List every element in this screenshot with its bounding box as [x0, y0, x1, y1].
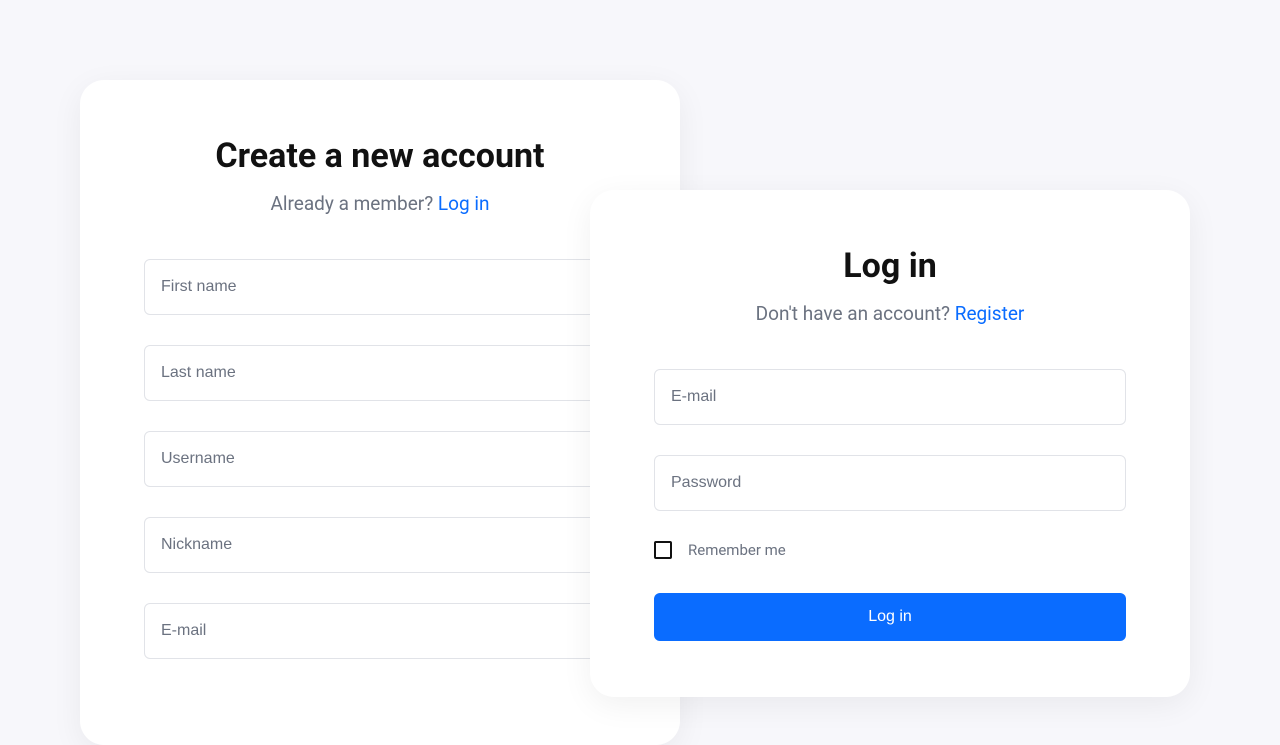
register-email-field[interactable] — [144, 603, 616, 659]
login-button[interactable]: Log in — [654, 593, 1126, 641]
nickname-field[interactable] — [144, 517, 616, 573]
register-subtitle-prefix: Already a member? — [270, 192, 437, 215]
remember-checkbox[interactable] — [654, 541, 672, 559]
login-subtitle: Don't have an account? Register — [654, 302, 1126, 325]
register-subtitle: Already a member? Log in — [144, 192, 616, 215]
username-field[interactable] — [144, 431, 616, 487]
register-link[interactable]: Register — [955, 302, 1025, 325]
remember-row: Remember me — [654, 541, 1126, 559]
register-title: Create a new account — [144, 136, 616, 176]
remember-label: Remember me — [688, 541, 786, 559]
last-name-field[interactable] — [144, 345, 616, 401]
login-email-field[interactable] — [654, 369, 1126, 425]
login-title: Log in — [654, 246, 1126, 286]
password-field[interactable] — [654, 455, 1126, 511]
login-card: Log in Don't have an account? Register R… — [590, 190, 1190, 697]
login-subtitle-prefix: Don't have an account? — [756, 302, 955, 325]
first-name-field[interactable] — [144, 259, 616, 315]
login-link[interactable]: Log in — [438, 192, 490, 215]
